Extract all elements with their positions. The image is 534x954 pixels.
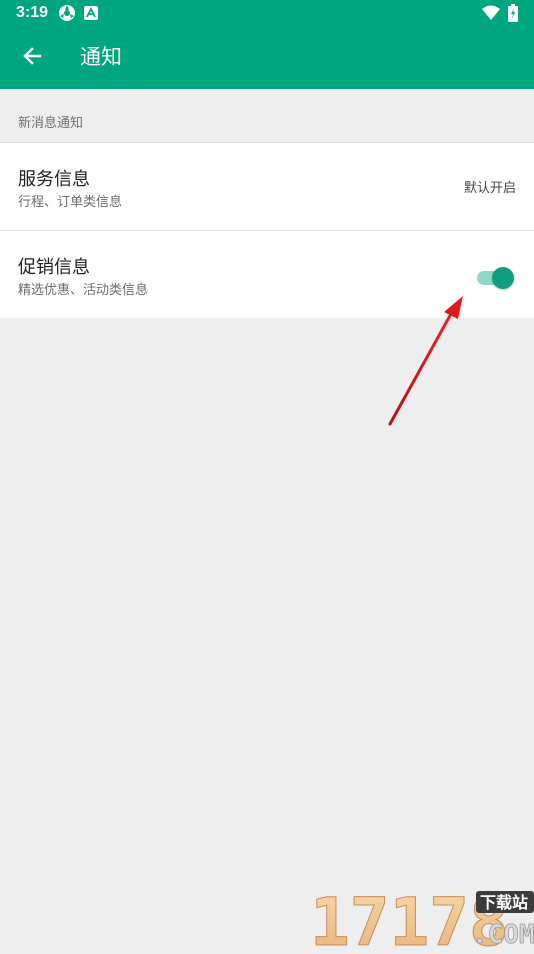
service-info-subtitle: 行程、订单类信息: [18, 195, 123, 210]
sync-icon: [58, 4, 76, 26]
arrow-left-icon: [22, 46, 42, 70]
promo-info-title: 促销信息: [18, 257, 90, 278]
status-time: 3:19: [16, 4, 49, 21]
battery-icon: [508, 4, 518, 26]
watermark-logo: 17178 下载站 .COM: [310, 884, 534, 954]
promo-toggle[interactable]: [475, 267, 515, 289]
section-header: 新消息通知: [18, 116, 84, 131]
a-icon: [84, 5, 98, 24]
wifi-icon: [482, 5, 500, 24]
service-info-status: 默认开启: [463, 181, 516, 196]
page-title: 通知: [80, 45, 122, 69]
watermark-label: 下载站: [480, 893, 528, 912]
status-bar: 3:19: [0, 0, 534, 26]
service-info-title: 服务信息: [18, 169, 90, 190]
watermark-domain: .COM: [472, 920, 534, 950]
promo-info-row[interactable]: 促销信息 精选优惠、活动类信息: [0, 230, 534, 318]
app-bar: 通知: [0, 26, 534, 89]
toggle-thumb: [492, 267, 514, 289]
promo-info-subtitle: 精选优惠、活动类信息: [18, 283, 149, 298]
service-info-row[interactable]: 服务信息 行程、订单类信息 默认开启: [0, 142, 534, 230]
back-button[interactable]: [12, 38, 52, 78]
